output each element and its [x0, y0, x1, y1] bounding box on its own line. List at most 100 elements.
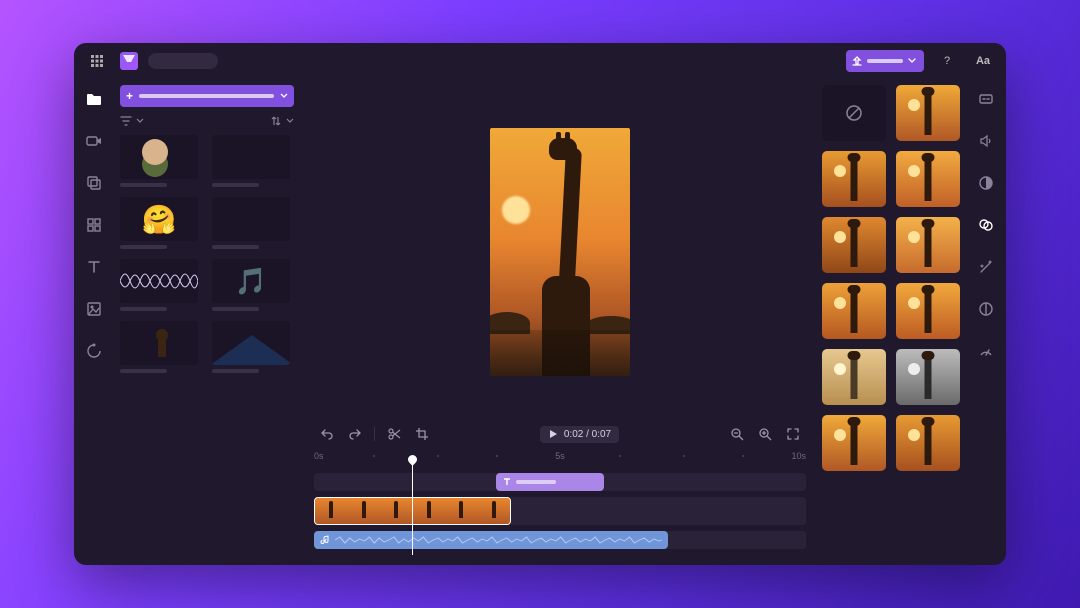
text-size-button[interactable]: Aa — [970, 50, 996, 72]
titlebar: Export ? Aa — [74, 43, 1006, 79]
tab-effects[interactable] — [972, 253, 1000, 281]
media-item[interactable] — [120, 321, 198, 373]
tab-graphics[interactable] — [80, 295, 108, 323]
contrast-icon — [978, 175, 994, 191]
center-panel: 0:02 / 0:07 0s 5s 10s — [304, 79, 816, 565]
tab-filters[interactable] — [972, 211, 1000, 239]
play-icon — [548, 429, 558, 439]
filter-preset[interactable] — [822, 217, 886, 273]
filter-icon — [120, 115, 132, 127]
undo-button[interactable] — [318, 425, 336, 443]
redo-icon — [348, 427, 362, 441]
redo-button[interactable] — [346, 425, 364, 443]
fit-icon — [786, 427, 800, 441]
import-media-button[interactable]: + Import media — [120, 85, 294, 107]
music-icon — [320, 535, 330, 545]
filter-preset[interactable] — [896, 151, 960, 207]
media-panel: + Import media 🤗 🎵 — [114, 79, 304, 565]
tab-speed[interactable] — [972, 337, 1000, 365]
audio-clip[interactable] — [314, 531, 668, 549]
sort-button[interactable] — [270, 115, 294, 127]
filters-icon — [978, 217, 994, 233]
track-text[interactable] — [314, 473, 806, 491]
text-clip[interactable] — [496, 473, 604, 491]
media-item[interactable] — [120, 259, 198, 311]
transport-bar: 0:02 / 0:07 — [314, 425, 806, 443]
track-audio[interactable] — [314, 531, 806, 549]
camera-icon — [86, 133, 102, 149]
project-title[interactable] — [148, 53, 218, 69]
media-item[interactable] — [120, 135, 198, 187]
filters-panel — [816, 79, 966, 565]
export-button[interactable]: Export — [846, 50, 924, 72]
filter-preset[interactable] — [896, 85, 960, 141]
media-item[interactable] — [212, 321, 290, 373]
main-area: + Import media 🤗 🎵 — [74, 79, 1006, 565]
tab-text[interactable] — [80, 253, 108, 281]
zoom-in-button[interactable] — [756, 425, 774, 443]
filter-preset[interactable] — [896, 415, 960, 471]
chevron-down-icon — [286, 117, 294, 125]
tab-your-media[interactable] — [80, 85, 108, 113]
folder-icon — [86, 91, 102, 107]
speaker-icon — [978, 133, 994, 149]
crop-button[interactable] — [413, 425, 431, 443]
tab-transitions[interactable] — [80, 337, 108, 365]
media-item[interactable]: 🤗 — [120, 197, 198, 249]
scissors-icon — [387, 427, 401, 441]
zoom-out-icon — [730, 427, 744, 441]
export-label: Export — [867, 59, 903, 63]
plus-icon: + — [126, 90, 133, 102]
timeline-ruler[interactable]: 0s 5s 10s — [314, 451, 806, 465]
filter-preset[interactable] — [822, 415, 886, 471]
layers-icon — [86, 175, 102, 191]
timeline-tracks — [314, 473, 806, 555]
media-item[interactable] — [212, 197, 290, 249]
playhead[interactable] — [412, 457, 413, 555]
tab-record[interactable] — [80, 127, 108, 155]
tab-audio[interactable] — [972, 127, 1000, 155]
help-button[interactable]: ? — [934, 50, 960, 72]
filter-preset[interactable] — [822, 349, 886, 405]
undo-icon — [320, 427, 334, 441]
video-preview[interactable] — [490, 128, 630, 376]
tab-templates[interactable] — [80, 169, 108, 197]
text-icon — [86, 259, 102, 275]
chevron-down-icon — [136, 117, 144, 125]
upload-icon — [852, 56, 862, 66]
none-icon — [844, 103, 864, 123]
sort-icon — [270, 115, 282, 127]
crop-icon — [415, 427, 429, 441]
grid-icon — [86, 217, 102, 233]
fit-button[interactable] — [784, 425, 802, 443]
split-button[interactable] — [385, 425, 403, 443]
play-button[interactable]: 0:02 / 0:07 — [540, 426, 619, 443]
app-launcher-icon[interactable] — [84, 50, 110, 72]
filter-button[interactable] — [120, 115, 144, 127]
filter-preset[interactable] — [896, 349, 960, 405]
zoom-out-button[interactable] — [728, 425, 746, 443]
media-thumbnails: 🤗 🎵 — [120, 135, 294, 373]
tab-adjust[interactable] — [972, 295, 1000, 323]
transition-icon — [86, 343, 102, 359]
wand-icon — [978, 259, 994, 275]
import-label: Import media — [139, 94, 274, 98]
tab-stock[interactable] — [80, 211, 108, 239]
zoom-in-icon — [758, 427, 772, 441]
filter-preset[interactable] — [896, 283, 960, 339]
right-sidebar — [966, 79, 1006, 565]
media-item[interactable]: 🎵 — [212, 259, 290, 311]
filter-none[interactable] — [822, 85, 886, 141]
app-logo-icon — [120, 52, 138, 70]
time-display: 0:02 / 0:07 — [564, 429, 611, 440]
speed-icon — [978, 343, 994, 359]
filter-preset[interactable] — [822, 151, 886, 207]
chevron-down-icon — [908, 57, 916, 65]
filter-preset[interactable] — [822, 283, 886, 339]
filter-preset[interactable] — [896, 217, 960, 273]
media-filter-row — [120, 115, 294, 127]
track-video[interactable] — [314, 497, 806, 525]
tab-captions[interactable] — [972, 85, 1000, 113]
media-item[interactable] — [212, 135, 290, 187]
tab-color[interactable] — [972, 169, 1000, 197]
